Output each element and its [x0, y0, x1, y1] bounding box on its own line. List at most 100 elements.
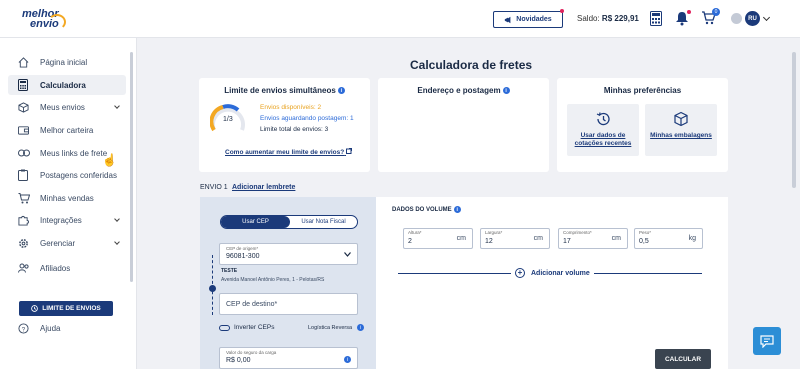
chevron-down-icon: [344, 252, 351, 257]
users-icon: [18, 263, 32, 273]
add-volume-button[interactable]: + Adicionar volume: [515, 268, 590, 278]
width-unit: cm: [533, 235, 543, 242]
sidebar-item-label: Meus envios: [40, 102, 85, 112]
insurance-value: R$ 0,00: [226, 357, 251, 364]
destination-cep-field[interactable]: CEP de destino*: [219, 293, 358, 315]
add-reminder-link[interactable]: Adicionar lembrete: [232, 184, 295, 191]
chevron-down-icon: [114, 103, 120, 109]
height-unit: cm: [456, 235, 466, 242]
chevron-down-icon: [114, 216, 120, 222]
increase-limit-link-text: Como aumentar meu limite de envios?: [225, 149, 345, 156]
history-icon: [596, 112, 610, 126]
sidebar-item-help[interactable]: ? Ajuda: [8, 318, 126, 338]
limit-card-title: Limite de envios simultâneos i: [199, 86, 370, 95]
svg-text:?: ?: [22, 326, 26, 333]
weight-label: Peso*: [639, 230, 652, 235]
use-invoice-option[interactable]: Usar Nota Fiscal: [290, 216, 357, 228]
cep-mode-toggle[interactable]: Usar CEP Usar Nota Fiscal: [220, 215, 358, 229]
limit-button-label: LIMITE DE ENVIOS: [42, 305, 101, 312]
chevron-down-icon: [114, 239, 120, 245]
my-packages-option[interactable]: Minhas embalagens: [645, 104, 717, 156]
info-icon[interactable]: i: [502, 87, 510, 95]
wallet-icon: [18, 125, 32, 135]
tab-envio-1[interactable]: ENVIO 1: [200, 184, 228, 191]
use-cep-option[interactable]: Usar CEP: [221, 216, 290, 228]
sidebar-item-label: Melhor carteira: [40, 125, 94, 135]
sidebar-item-calculator[interactable]: Calculadora: [8, 75, 126, 95]
info-icon[interactable]: i: [357, 324, 365, 331]
my-packages-label: Minhas embalagens: [650, 132, 712, 139]
limit-button[interactable]: LIMITE DE ENVIOS: [19, 301, 113, 316]
sidebar-item-home[interactable]: Página inicial: [8, 52, 126, 72]
reverse-logistics[interactable]: Logística Reversa i: [308, 324, 365, 331]
sidebar-item-integrations[interactable]: Integrações: [8, 210, 126, 230]
calculator-icon: [18, 79, 32, 91]
length-label: Comprimento*: [563, 230, 592, 235]
route-dot: [209, 285, 216, 292]
weight-value: 0,5: [639, 238, 649, 245]
height-value: 2: [408, 238, 412, 245]
logo-swoosh-icon: [48, 14, 66, 30]
waiting-shipments: Envios aguardando postagem: 1: [260, 115, 354, 122]
sidebar-item-label: Afiliados: [40, 263, 71, 273]
info-icon[interactable]: i: [337, 87, 345, 95]
calculate-button[interactable]: CALCULAR: [655, 349, 711, 369]
plus-icon: +: [515, 268, 525, 278]
preferences-card: Minhas preferências Usar dados de cotaçõ…: [557, 78, 728, 172]
main-scrollbar[interactable]: [792, 52, 796, 188]
increase-limit-link[interactable]: Como aumentar meu limite de envios?: [225, 148, 353, 156]
width-field[interactable]: Largura* 12 cm: [480, 228, 550, 249]
height-field[interactable]: Altura* 2 cm: [403, 228, 473, 249]
external-link-icon: [346, 148, 353, 154]
chevron-down-icon[interactable]: [762, 13, 771, 22]
origin-cep-field[interactable]: CEP de origem* 96081-300: [219, 243, 358, 265]
available-shipments: Envios disponíveis: 2: [260, 104, 322, 111]
avatar[interactable]: RU: [745, 11, 760, 26]
verified-check-icon: [731, 13, 742, 24]
chat-button[interactable]: [753, 327, 781, 355]
sidebar-item-label: Integrações: [40, 215, 82, 225]
sidebar-item-label: Meus links de frete: [40, 148, 108, 158]
news-button[interactable]: Novidades: [493, 11, 563, 28]
sidebar-item-manage[interactable]: Gerenciar: [8, 233, 126, 253]
news-button-label: Novidades: [516, 16, 552, 23]
cart-icon: [18, 192, 32, 204]
calculator-icon[interactable]: [650, 11, 666, 27]
balance-value: R$ 229,91: [601, 14, 639, 23]
sidebar-item-shipments[interactable]: Meus envios: [8, 97, 126, 117]
sidebar-item-affiliates[interactable]: Afiliados: [8, 258, 126, 278]
weight-field[interactable]: Peso* 0,5 kg: [634, 228, 703, 249]
volume-title-text: DADOS DO VOLUME: [392, 207, 452, 214]
chat-icon: [760, 334, 774, 348]
swap-ceps-label: Inverter CEPs: [234, 324, 275, 331]
info-icon[interactable]: i: [344, 356, 351, 363]
insurance-field[interactable]: Valor do seguro da carga R$ 0,00 i: [219, 347, 358, 369]
puzzle-icon: [18, 215, 32, 226]
sidebar-item-sales[interactable]: Minhas vendas: [8, 188, 126, 208]
news-notification-dot: [560, 9, 564, 13]
weight-unit: kg: [688, 235, 696, 242]
megaphone-icon: [505, 16, 511, 23]
home-icon: [18, 56, 32, 68]
divider: [398, 273, 511, 274]
clock-icon: [31, 305, 39, 312]
address-card-title: Endereço e postagem i: [378, 86, 549, 95]
cart-count-badge: 0: [712, 8, 720, 16]
info-icon[interactable]: i: [453, 206, 461, 213]
sidebar-scrollbar[interactable]: [130, 52, 133, 282]
volume-panel: DADOS DO VOLUME i Altura* 2 cm Largura* 1…: [376, 197, 728, 369]
length-field[interactable]: Comprimento* 17 cm: [558, 228, 628, 249]
recent-quotes-label: Usar dados de cotações recentes: [574, 132, 632, 147]
length-unit: cm: [611, 235, 621, 242]
sidebar-item-label: Ajuda: [40, 323, 61, 333]
reverse-logistics-label: Logística Reversa: [308, 324, 353, 331]
logo[interactable]: melhor envio: [22, 8, 68, 32]
origin-cep-value: 96081-300: [226, 253, 260, 260]
sidebar-item-label: Calculadora: [40, 80, 86, 90]
origin-cep-label: CEP de origem*: [226, 246, 259, 251]
recent-quotes-option[interactable]: Usar dados de cotações recentes: [567, 104, 639, 156]
sidebar-item-label: Gerenciar: [40, 238, 76, 248]
sidebar-item-checked-posts[interactable]: Postagens conferidas: [8, 165, 126, 185]
sidebar-item-wallet[interactable]: Melhor carteira: [8, 120, 126, 140]
swap-ceps-toggle[interactable]: Inverter CEPs: [219, 324, 274, 331]
